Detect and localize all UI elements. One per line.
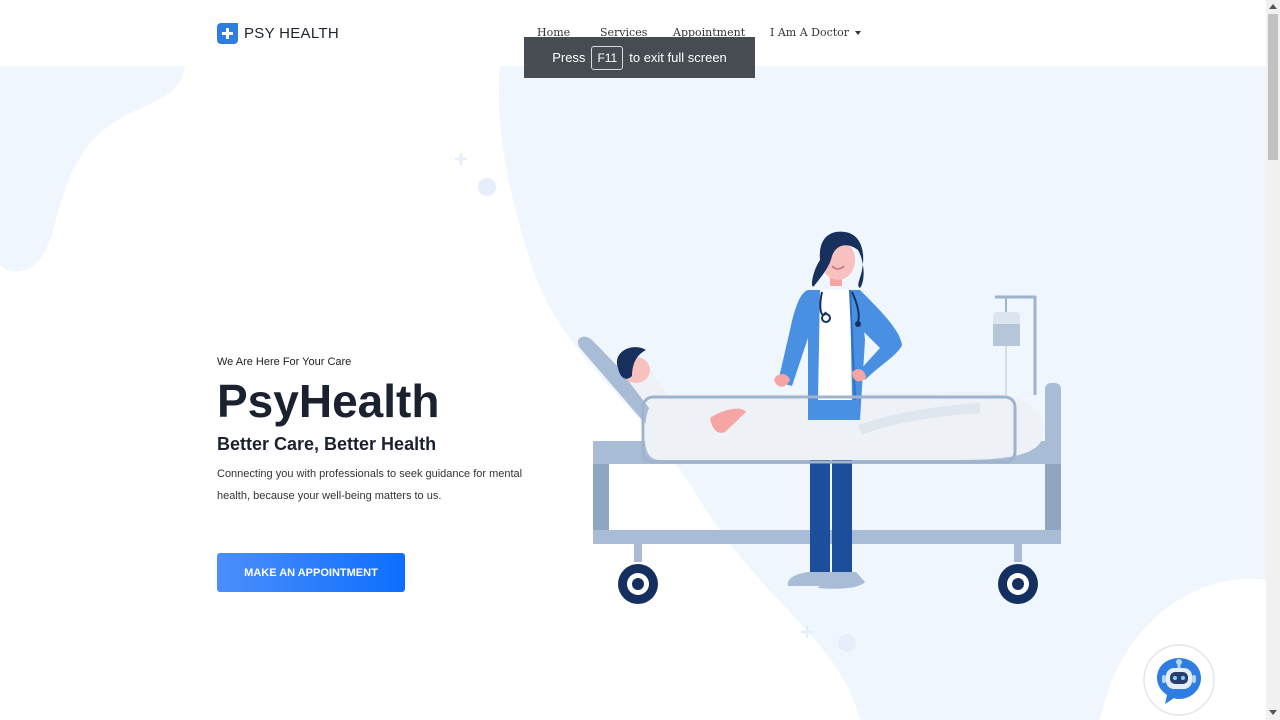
nav-doctor-label: I Am A Doctor: [770, 26, 850, 39]
scroll-down-arrow-icon[interactable]: [1269, 710, 1277, 715]
hero-tagline: We Are Here For Your Care: [217, 356, 352, 368]
nav-doctor-dropdown[interactable]: I Am A Doctor: [770, 26, 862, 39]
caret-down-icon: [855, 31, 862, 35]
hero-description: Connecting you with professionals to see…: [217, 468, 523, 502]
doctor-patient-illustration: [577, 231, 1061, 604]
hero-subtitle: Better Care, Better Health: [217, 434, 437, 454]
make-appointment-button[interactable]: MAKE AN APPOINTMENT: [217, 553, 405, 592]
scrollbar-thumb[interactable]: [1268, 14, 1278, 160]
scroll-up-arrow-icon[interactable]: [1269, 4, 1277, 9]
toast-prefix: Press: [552, 50, 586, 65]
toast-key: F11: [591, 45, 624, 70]
medical-cross-icon: [217, 23, 238, 44]
hero-content: We Are Here For Your Care PsyHealth Bett…: [217, 356, 557, 507]
fullscreen-toast: Press F11 to exit full screen: [524, 37, 755, 78]
page-scrollbar[interactable]: [1266, 0, 1280, 720]
chatbot-icon[interactable]: [1143, 644, 1215, 716]
brand[interactable]: PSY HEALTH: [217, 23, 339, 44]
hero-title: PsyHealth: [217, 375, 440, 427]
brand-name: PSY HEALTH: [244, 25, 339, 42]
toast-suffix: to exit full screen: [629, 50, 727, 65]
